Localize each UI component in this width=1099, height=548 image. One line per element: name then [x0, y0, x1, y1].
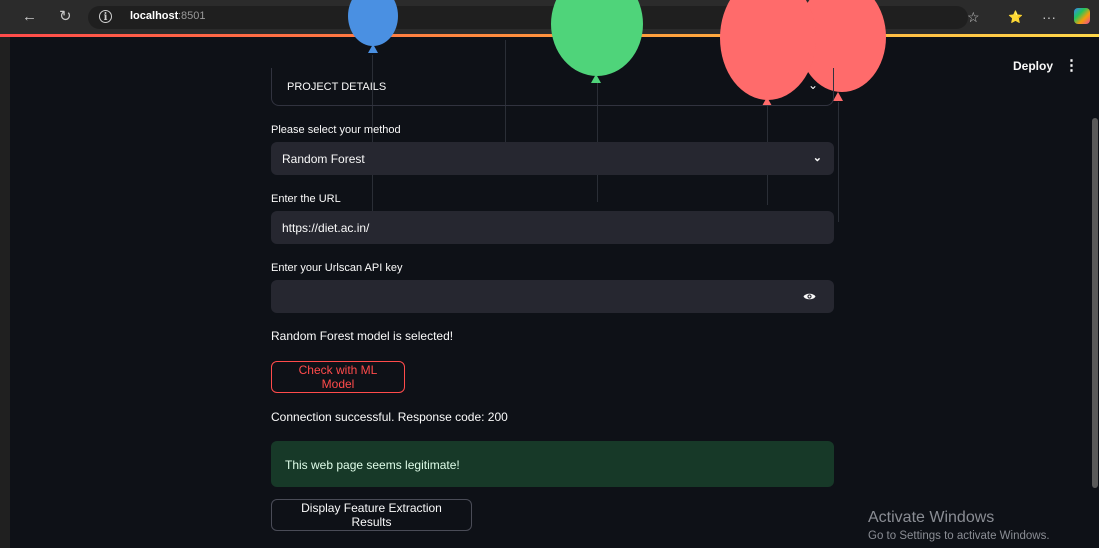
- favorite-star-icon[interactable]: ☆: [967, 8, 980, 26]
- site-info-icon[interactable]: i: [99, 10, 112, 23]
- url-input[interactable]: https://diet.ac.in/: [271, 211, 834, 244]
- balloon-knot: [368, 44, 378, 53]
- expander-label: PROJECT DETAILS: [287, 81, 387, 93]
- green-balloon: [551, 0, 643, 76]
- favorites-list-icon[interactable]: ⭐: [1008, 8, 1023, 26]
- success-alert: This web page seems legitimate!: [271, 441, 834, 487]
- activate-windows-title: Activate Windows: [868, 509, 995, 526]
- check-ml-model-button[interactable]: Check with ML Model: [271, 361, 405, 393]
- url-label: Enter the URL: [271, 193, 341, 205]
- chevron-down-icon: ⌄: [812, 152, 822, 164]
- project-details-expander[interactable]: PROJECT DETAILS ⌄: [271, 68, 834, 106]
- balloon-string: [838, 102, 839, 222]
- scrollbar-thumb[interactable]: [1092, 118, 1098, 488]
- eye-icon[interactable]: [803, 292, 816, 301]
- url-input-value: https://diet.ac.in/: [282, 221, 370, 235]
- left-edge-panel: [0, 37, 10, 548]
- api-key-input[interactable]: [271, 280, 834, 313]
- header-decoration-bar: [0, 34, 1099, 37]
- connection-status-text: Connection successful. Response code: 20…: [271, 410, 508, 424]
- url-port: :8501: [178, 10, 206, 22]
- url-host: localhost: [130, 10, 179, 22]
- blue-balloon: [348, 0, 398, 46]
- more-options-icon[interactable]: ···: [1042, 8, 1056, 26]
- main-menu-icon[interactable]: ⋮: [1064, 56, 1079, 74]
- success-message: This web page seems legitimate!: [285, 458, 460, 472]
- model-selected-message: Random Forest model is selected!: [271, 329, 454, 343]
- method-select[interactable]: Random Forest ⌄: [271, 142, 834, 175]
- chevron-down-icon: ⌄: [807, 78, 818, 92]
- balloon-knot: [833, 92, 843, 101]
- back-arrow-icon[interactable]: ←: [22, 8, 37, 26]
- activate-windows-subtitle: Go to Settings to activate Windows.: [868, 530, 1050, 542]
- browser-toolbar: ← ↻ i localhost :8501 ☆ ⭐ ···: [0, 0, 1099, 34]
- method-selected-value: Random Forest: [282, 152, 365, 166]
- api-key-label: Enter your Urlscan API key: [271, 262, 403, 274]
- deploy-button[interactable]: Deploy: [1013, 59, 1053, 73]
- reload-icon[interactable]: ↻: [59, 8, 72, 26]
- method-label: Please select your method: [271, 124, 401, 136]
- copilot-icon[interactable]: [1074, 8, 1090, 24]
- display-feature-extraction-button[interactable]: Display Feature Extraction Results: [271, 499, 472, 531]
